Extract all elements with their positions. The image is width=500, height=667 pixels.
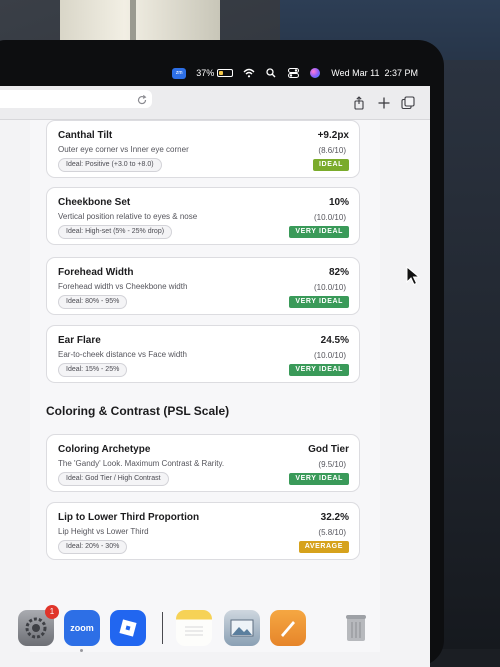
roblox-icon[interactable]	[110, 610, 146, 646]
menubar-clock[interactable]: Wed Mar 11 2:37 PM	[331, 68, 418, 78]
battery-icon	[217, 69, 234, 77]
ideal-range-chip: Ideal: 15% - 25%	[58, 363, 128, 377]
card-description: Vertical position relative to eyes & nos…	[58, 212, 198, 221]
card-title: Forehead Width	[58, 267, 134, 278]
metric-card-cheekbone-set: Cheekbone Set Vertical position relative…	[46, 187, 360, 245]
address-bar[interactable]	[0, 90, 152, 108]
metric-value: 82%	[328, 267, 349, 278]
zoom-menubar-icon[interactable]: zm	[172, 67, 187, 79]
running-indicator	[80, 649, 83, 652]
share-icon[interactable]	[352, 96, 366, 110]
card-description: Ear-to-cheek distance vs Face width	[58, 350, 187, 359]
card-description: Lip Height vs Lower Third	[58, 527, 149, 536]
metric-card-coloring-archetype: Coloring Archetype The 'Gandy' Look. Max…	[46, 434, 360, 492]
ideal-range-chip: Ideal: God Tier / High Contrast	[58, 472, 169, 486]
zoom-menubar-label: zm	[175, 70, 183, 76]
card-title: Lip to Lower Third Proportion	[58, 512, 200, 523]
notes-icon[interactable]	[176, 610, 212, 646]
metric-value: 32.2%	[320, 512, 349, 523]
page-content: Canthal Tilt Outer eye corner vs Inner e…	[0, 120, 430, 652]
battery-level-fill	[219, 71, 224, 75]
battery-indicator[interactable]: 37%	[196, 68, 234, 78]
card-description: The 'Gandy' Look. Maximum Contrast & Rar…	[58, 459, 225, 468]
verdict-badge: VERY IDEAL	[289, 473, 349, 485]
battery-percent: 37%	[196, 68, 215, 78]
card-title: Coloring Archetype	[58, 444, 151, 455]
metric-card-forehead-width: Forehead Width Forehead width vs Cheekbo…	[46, 257, 360, 315]
ideal-range-chip: Ideal: High-set (5% - 25% drop)	[58, 225, 173, 239]
zoom-app-icon[interactable]: zoom	[64, 610, 100, 652]
metric-score: (8.6/10)	[318, 146, 346, 155]
metric-score: (10.0/10)	[313, 351, 346, 360]
search-icon[interactable]	[265, 67, 277, 79]
card-title: Ear Flare	[58, 335, 101, 346]
verdict-badge: AVERAGE	[298, 541, 349, 553]
reload-icon[interactable]	[136, 93, 148, 105]
card-title: Canthal Tilt	[58, 130, 113, 141]
metric-value: +9.2px	[317, 130, 349, 141]
zoom-app-label: zoom	[70, 623, 94, 633]
dock: 1 zoom	[0, 604, 390, 656]
siri-icon[interactable]	[309, 67, 321, 79]
card-description: Forehead width vs Cheekbone width	[58, 282, 188, 291]
card-description: Outer eye corner vs Inner eye corner	[58, 145, 189, 154]
metric-score: (5.8/10)	[318, 528, 346, 537]
metric-card-canthal-tilt: Canthal Tilt Outer eye corner vs Inner e…	[46, 120, 360, 178]
menu-bar: zm 37% Wed Mar 11 2:37 PM	[0, 60, 430, 86]
dock-separator	[162, 612, 163, 644]
preview-icon[interactable]	[224, 610, 260, 646]
metric-card-ear-flare: Ear Flare Ear-to-cheek distance vs Face …	[46, 325, 360, 383]
metric-score: (9.5/10)	[318, 460, 346, 469]
control-center-icon[interactable]	[287, 67, 299, 79]
wifi-icon[interactable]	[243, 67, 255, 79]
card-title: Cheekbone Set	[58, 197, 131, 208]
metric-score: (10.0/10)	[313, 213, 346, 222]
siri-orb	[310, 68, 321, 78]
metric-card-lip-lower-third: Lip to Lower Third Proportion Lip Height…	[46, 502, 360, 560]
verdict-badge: IDEAL	[313, 159, 349, 171]
mouse-cursor-icon	[406, 265, 421, 286]
tab-overview-icon[interactable]	[401, 96, 415, 110]
ideal-range-chip: Ideal: 20% - 30%	[58, 540, 128, 554]
metric-value: God Tier	[308, 444, 349, 455]
pages-icon[interactable]	[270, 610, 306, 646]
system-settings-icon[interactable]: 1	[18, 605, 59, 646]
metric-value: 10%	[328, 197, 349, 208]
trash-icon[interactable]	[338, 610, 374, 646]
ideal-range-chip: Ideal: Positive (+3.0 to +8.0)	[58, 158, 162, 172]
verdict-badge: VERY IDEAL	[289, 226, 349, 238]
verdict-badge: VERY IDEAL	[289, 296, 349, 308]
notification-badge: 1	[45, 605, 59, 619]
section-heading: Coloring & Contrast (PSL Scale)	[46, 404, 230, 418]
verdict-badge: VERY IDEAL	[289, 364, 349, 376]
ideal-range-chip: Ideal: 80% - 95%	[58, 295, 128, 309]
new-tab-icon[interactable]	[377, 96, 391, 110]
metric-score: (10.0/10)	[313, 283, 346, 292]
metric-value: 24.5%	[320, 335, 349, 346]
